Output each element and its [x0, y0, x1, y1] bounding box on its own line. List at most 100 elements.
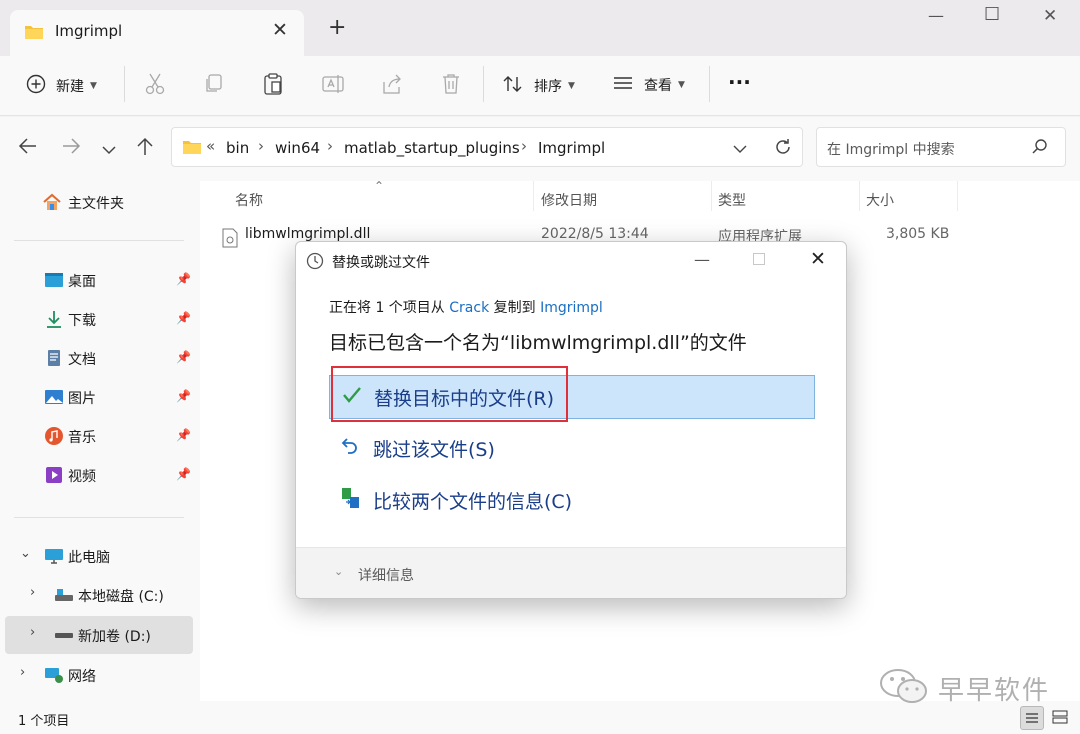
column-header-name[interactable]: 名称 — [235, 190, 263, 210]
pictures-icon — [44, 387, 64, 407]
sort-ascending-icon: ⌃ — [374, 179, 385, 193]
chevron-down-icon: ▼ — [678, 80, 685, 90]
copy-middle: 复制到 — [489, 300, 541, 316]
drive-icon — [54, 585, 74, 605]
dll-file-icon — [221, 228, 239, 252]
breadcrumb-bin[interactable]: bin — [226, 139, 249, 157]
pin-icon[interactable]: 📌 — [176, 272, 191, 286]
back-arrow-icon[interactable] — [18, 137, 38, 160]
up-arrow-icon[interactable] — [136, 136, 154, 161]
copy-prefix: 正在将 1 个项目从 — [329, 300, 450, 316]
search-input[interactable]: 在 Imgrimpl 中搜索 — [816, 127, 1066, 167]
file-modified: 2022/8/5 13:44 — [541, 226, 649, 242]
delete-icon[interactable] — [440, 72, 462, 100]
close-button[interactable]: ✕ — [1043, 6, 1057, 26]
pin-icon[interactable]: 📌 — [176, 428, 191, 442]
details-toggle[interactable]: ⌄ 详细信息 — [296, 547, 846, 598]
dialog-maximize-button — [753, 253, 765, 265]
more-options-button[interactable]: ··· — [728, 70, 751, 94]
compare-files-option[interactable]: 比较两个文件的信息(C) — [329, 478, 815, 522]
dialog-close-button[interactable]: ✕ — [810, 248, 826, 270]
sidebar-item-home[interactable]: 主文件夹 — [0, 183, 194, 221]
breadcrumb-imgrimpl[interactable]: Imgrimpl — [538, 139, 605, 157]
address-dropdown-chevron-icon[interactable] — [733, 142, 747, 158]
forward-arrow-icon[interactable] — [61, 137, 81, 160]
breadcrumb-matlab-startup-plugins[interactable]: matlab_startup_plugins — [344, 139, 520, 157]
sidebar-item-documents[interactable]: 文档 📌 — [0, 339, 194, 377]
search-icon — [1031, 138, 1049, 160]
overflow-breadcrumb[interactable]: « — [206, 137, 215, 155]
breadcrumb-separator: › — [521, 137, 527, 155]
sidebar-item-network[interactable]: › 网络 — [0, 656, 194, 694]
item-count: 1 个项目 — [18, 714, 70, 729]
breadcrumb-win64[interactable]: win64 — [275, 139, 320, 157]
rename-icon[interactable] — [321, 72, 345, 100]
sidebar-item-downloads[interactable]: 下载 📌 — [0, 300, 194, 338]
file-name: libmwlmgrimpl.dll — [245, 226, 371, 242]
sidebar-item-drive-d[interactable]: › 新加卷 (D:) — [5, 616, 193, 654]
tab-close-icon[interactable]: ✕ — [272, 19, 288, 41]
sidebar-item-this-pc[interactable]: ⌄ 此电脑 — [0, 537, 194, 575]
new-tab-button[interactable]: + — [328, 17, 346, 39]
pin-icon[interactable]: 📌 — [176, 389, 191, 403]
sidebar-item-desktop[interactable]: 桌面 📌 — [0, 261, 194, 299]
view-button[interactable]: 查看 ▼ — [612, 74, 685, 96]
chevron-right-icon[interactable]: › — [20, 665, 25, 680]
sidebar-item-label: 下载 — [68, 313, 96, 329]
sidebar-item-label: 主文件夹 — [68, 196, 124, 212]
chevron-right-icon[interactable]: › — [30, 585, 35, 600]
compare-icon — [341, 487, 365, 514]
divider — [483, 66, 484, 102]
network-icon — [44, 665, 64, 685]
sort-icon — [502, 74, 524, 98]
add-icon — [26, 74, 46, 98]
divider — [709, 66, 710, 102]
column-divider — [711, 181, 712, 211]
tab-imgrimpl[interactable]: Imgrimpl ✕ — [10, 10, 304, 56]
skip-arrow-icon — [341, 436, 365, 461]
compare-option-label: 比较两个文件的信息(C) — [373, 490, 573, 513]
destination-folder-link[interactable]: Imgrimpl — [540, 300, 603, 316]
sidebar-item-videos[interactable]: 视频 📌 — [0, 456, 194, 494]
column-divider — [957, 181, 958, 211]
skip-file-option[interactable]: 跳过该文件(S) — [329, 426, 815, 470]
pin-icon[interactable]: 📌 — [176, 311, 191, 325]
column-header-type[interactable]: 类型 — [718, 190, 746, 210]
copy-progress-text: 正在将 1 个项目从 Crack 复制到 Imgrimpl — [329, 297, 603, 317]
sidebar-item-drive-c[interactable]: › 本地磁盘 (C:) — [0, 576, 194, 614]
chevron-down-icon[interactable]: ⌄ — [20, 546, 31, 561]
sort-button[interactable]: 排序 ▼ — [502, 74, 575, 98]
column-header-modified[interactable]: 修改日期 — [541, 190, 597, 210]
sort-label: 排序 — [534, 79, 562, 95]
sidebar-item-music[interactable]: 音乐 📌 — [0, 417, 194, 455]
minimize-button[interactable]: — — [928, 6, 944, 25]
dialog-minimize-button[interactable]: — — [694, 250, 710, 269]
clock-icon — [306, 252, 324, 274]
recent-locations-chevron-icon[interactable] — [101, 140, 117, 161]
sidebar-item-label: 新加卷 (D:) — [78, 629, 151, 645]
wechat-icon — [878, 666, 930, 710]
share-icon[interactable] — [381, 72, 403, 100]
folder-icon — [24, 24, 44, 44]
sidebar-item-label: 本地磁盘 (C:) — [78, 589, 164, 605]
column-header-size[interactable]: 大小 — [866, 190, 894, 210]
refresh-icon[interactable] — [773, 137, 793, 161]
pin-icon[interactable]: 📌 — [176, 350, 191, 364]
address-bar[interactable]: « bin › win64 › matlab_startup_plugins ›… — [171, 127, 803, 167]
pin-icon[interactable]: 📌 — [176, 467, 191, 481]
title-bar: Imgrimpl ✕ + — ☐ ✕ — [0, 0, 1080, 56]
cut-icon[interactable] — [144, 72, 166, 100]
paste-icon[interactable] — [262, 72, 284, 100]
sidebar-item-label: 图片 — [68, 391, 96, 407]
address-row: « bin › win64 › matlab_startup_plugins ›… — [0, 117, 1080, 181]
copy-icon[interactable] — [203, 72, 225, 100]
new-button[interactable]: 新建 ▼ — [26, 74, 97, 98]
desktop-icon — [44, 270, 64, 290]
conflict-message: 目标已包含一个名为“libmwlmgrimpl.dll”的文件 — [329, 332, 747, 354]
chevron-right-icon[interactable]: › — [30, 625, 35, 640]
sidebar-item-pictures[interactable]: 图片 📌 — [0, 378, 194, 416]
column-divider — [859, 181, 860, 211]
source-folder-link[interactable]: Crack — [449, 300, 489, 316]
maximize-button[interactable]: ☐ — [984, 4, 1000, 25]
tiles-view-button[interactable] — [1049, 706, 1073, 730]
